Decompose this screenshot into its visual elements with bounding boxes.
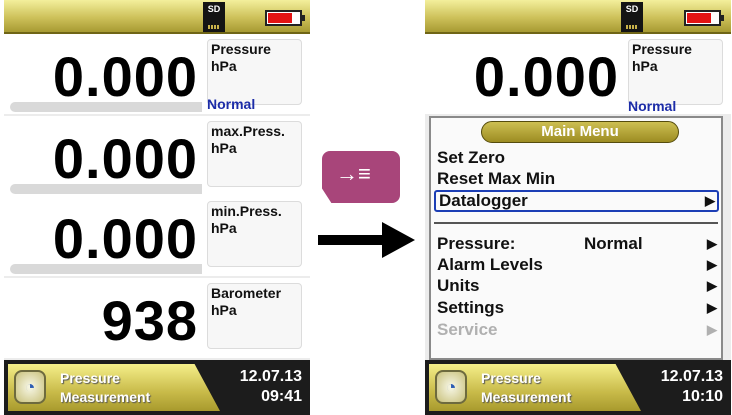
sd-label: SD [625,4,639,14]
max-pressure-panel: 0.000 max.Press. hPa [4,116,310,196]
menu-item-pressure[interactable]: Pressure: Normal ▶ [434,234,719,256]
footer-time: 09:41 [261,388,302,405]
gauge-icon: ◔ [435,370,467,404]
menu-item-label: Settings [437,298,505,317]
menu-item-label: Pressure: [437,234,516,253]
min-pressure-label-box: min.Press. hPa [207,201,302,267]
menu-key-button[interactable]: →≡ [322,151,400,203]
barometer-panel: 938 Barometer hPa [4,278,310,358]
footer-time: 10:10 [682,388,723,405]
footer-date: 12.07.13 [239,368,302,385]
menu-item-units[interactable]: Units ▶ [434,276,719,298]
footer-title-line2: Measurement [60,389,151,405]
barometer-label-box: Barometer hPa [207,283,302,349]
right-device-screen: SD 0.000 Pressure hPa Normal Main Menu S… [425,0,731,415]
barometer-value: 938 [101,289,198,352]
battery-icon [265,10,305,26]
pressure-mode: Normal [207,96,256,112]
submenu-arrow-icon: ▶ [707,322,717,337]
pressure-value: 0.000 [52,45,198,108]
left-device-screen: SD 0.000 Pressure hPa Normal 0.000 max.P… [4,0,310,415]
menu-item-set-zero[interactable]: Set Zero [434,148,719,170]
max-pressure-unit: hPa [211,140,237,156]
panel-shadow [10,184,202,194]
footer-title-line1: Pressure [60,370,120,386]
pressure-label: Pressure [632,41,692,57]
menu-item-label: Datalogger [439,191,528,210]
pressure-label: Pressure [211,41,271,57]
submenu-arrow-icon: ▶ [707,236,717,251]
barometer-unit: hPa [211,302,237,318]
sd-card-icon: SD [621,2,643,32]
min-pressure-unit: hPa [211,220,237,236]
submenu-arrow-icon: ▶ [707,257,717,272]
main-menu: Main Menu Set Zero Reset Max Min Datalog… [429,116,723,360]
footer-date: 12.07.13 [660,368,723,385]
pressure-mode: Normal [628,98,677,114]
menu-item-reset-max-min[interactable]: Reset Max Min [434,169,719,191]
pressure-measurement-button[interactable]: ◔ Pressure Measurement [8,364,220,411]
menu-item-label: Service [437,320,498,339]
min-pressure-value: 0.000 [52,207,198,270]
footer-bar: ◔ Pressure Measurement 12.07.13 10:10 [425,360,731,415]
max-pressure-label-box: max.Press. hPa [207,121,302,187]
sd-card-icon: SD [203,2,225,32]
menu-item-datalogger[interactable]: Datalogger ▶ [434,190,719,212]
panel-shadow [10,264,202,274]
menu-title: Main Menu [481,121,679,143]
barometer-label: Barometer [211,285,282,301]
sd-label: SD [207,4,221,14]
menu-item-value: Normal [584,234,643,253]
menu-item-label: Units [437,276,480,295]
status-bar: SD [4,0,310,34]
footer-title-line1: Pressure [481,370,541,386]
battery-icon [684,10,724,26]
menu-item-label: Set Zero [437,148,506,167]
arrow-menu-icon: →≡ [336,161,371,186]
status-bar: SD [425,0,731,34]
menu-item-service: Service ▶ [434,320,719,342]
submenu-arrow-icon: ▶ [707,300,717,315]
menu-item-alarm-levels[interactable]: Alarm Levels ▶ [434,255,719,277]
pressure-unit: hPa [211,58,237,74]
pressure-unit: hPa [632,58,658,74]
footer-title-line2: Measurement [481,389,572,405]
menu-item-settings[interactable]: Settings ▶ [434,298,719,320]
submenu-arrow-icon: ▶ [705,193,715,208]
pressure-value: 0.000 [473,45,619,108]
footer-bar: ◔ Pressure Measurement 12.07.13 09:41 [4,360,310,415]
menu-divider [434,222,718,224]
pressure-label-box: Pressure hPa [628,39,723,105]
right-arrow-icon [318,222,415,258]
min-pressure-label: min.Press. [211,203,282,219]
gauge-icon: ◔ [14,370,46,404]
menu-item-label: Reset Max Min [437,169,556,188]
menu-item-label: Alarm Levels [437,255,543,274]
pressure-measurement-button[interactable]: ◔ Pressure Measurement [429,364,641,411]
submenu-arrow-icon: ▶ [707,278,717,293]
min-pressure-panel: 0.000 min.Press. hPa [4,196,310,276]
max-pressure-value: 0.000 [52,127,198,190]
max-pressure-label: max.Press. [211,123,285,139]
panel-shadow [10,102,202,112]
